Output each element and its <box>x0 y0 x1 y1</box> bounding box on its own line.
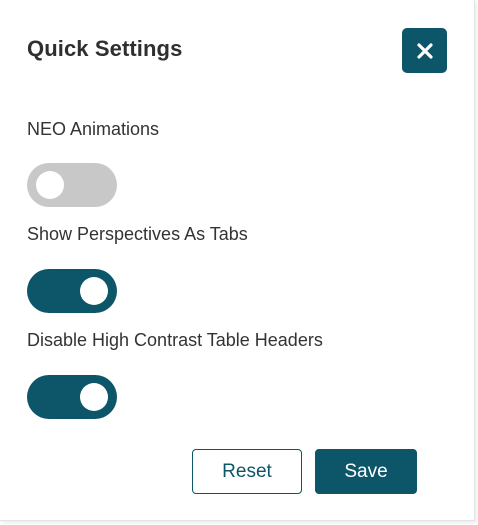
toggle-knob <box>36 171 64 199</box>
setting-label-disable-high-contrast-table-headers: Disable High Contrast Table Headers <box>27 330 323 350</box>
setting-label-show-perspectives-as-tabs: Show Perspectives As Tabs <box>27 224 248 244</box>
toggle-disable-high-contrast-table-headers[interactable] <box>27 375 117 419</box>
panel-title: Quick Settings <box>27 36 183 61</box>
toggle-knob <box>80 383 108 411</box>
toggle-neo-animations[interactable] <box>27 163 117 207</box>
close-button[interactable] <box>402 28 447 73</box>
quick-settings-panel: Quick Settings NEO Animations Show Persp… <box>0 0 475 521</box>
toggle-show-perspectives-as-tabs[interactable] <box>27 269 117 313</box>
close-icon <box>416 42 433 59</box>
reset-button[interactable]: Reset <box>192 449 302 494</box>
save-button[interactable]: Save <box>315 449 417 494</box>
setting-label-neo-animations: NEO Animations <box>27 119 160 139</box>
toggle-knob <box>80 277 108 305</box>
